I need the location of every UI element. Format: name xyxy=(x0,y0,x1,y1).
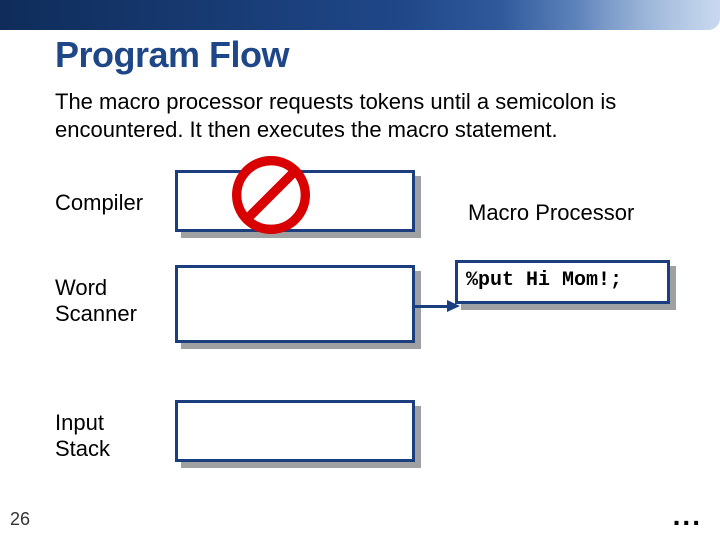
header-accent xyxy=(500,0,720,30)
prohibit-icon xyxy=(232,156,310,234)
slide: Program Flow The macro processor request… xyxy=(0,0,720,540)
label-word-scanner-line2: Scanner xyxy=(55,301,137,327)
box-input-stack xyxy=(175,400,415,462)
box-word-scanner xyxy=(175,265,415,343)
label-input-stack-line2: Stack xyxy=(55,436,110,462)
slide-number: 26 xyxy=(10,509,30,530)
label-input-stack: Input Stack xyxy=(55,410,110,462)
arrow-right-icon xyxy=(415,300,460,312)
continuation-ellipsis: ... xyxy=(673,500,702,532)
label-word-scanner: Word Scanner xyxy=(55,275,137,327)
box-macro-processor: %put Hi Mom!; xyxy=(455,260,670,304)
label-input-stack-line1: Input xyxy=(55,410,110,436)
arrow-head xyxy=(447,300,460,312)
label-macro-processor: Macro Processor xyxy=(468,200,634,226)
slide-body: The macro processor requests tokens unti… xyxy=(55,88,635,143)
arrow-line xyxy=(415,305,447,308)
label-word-scanner-line1: Word xyxy=(55,275,137,301)
slide-title: Program Flow xyxy=(55,34,289,76)
header-bar xyxy=(0,0,720,30)
label-compiler: Compiler xyxy=(55,190,143,216)
